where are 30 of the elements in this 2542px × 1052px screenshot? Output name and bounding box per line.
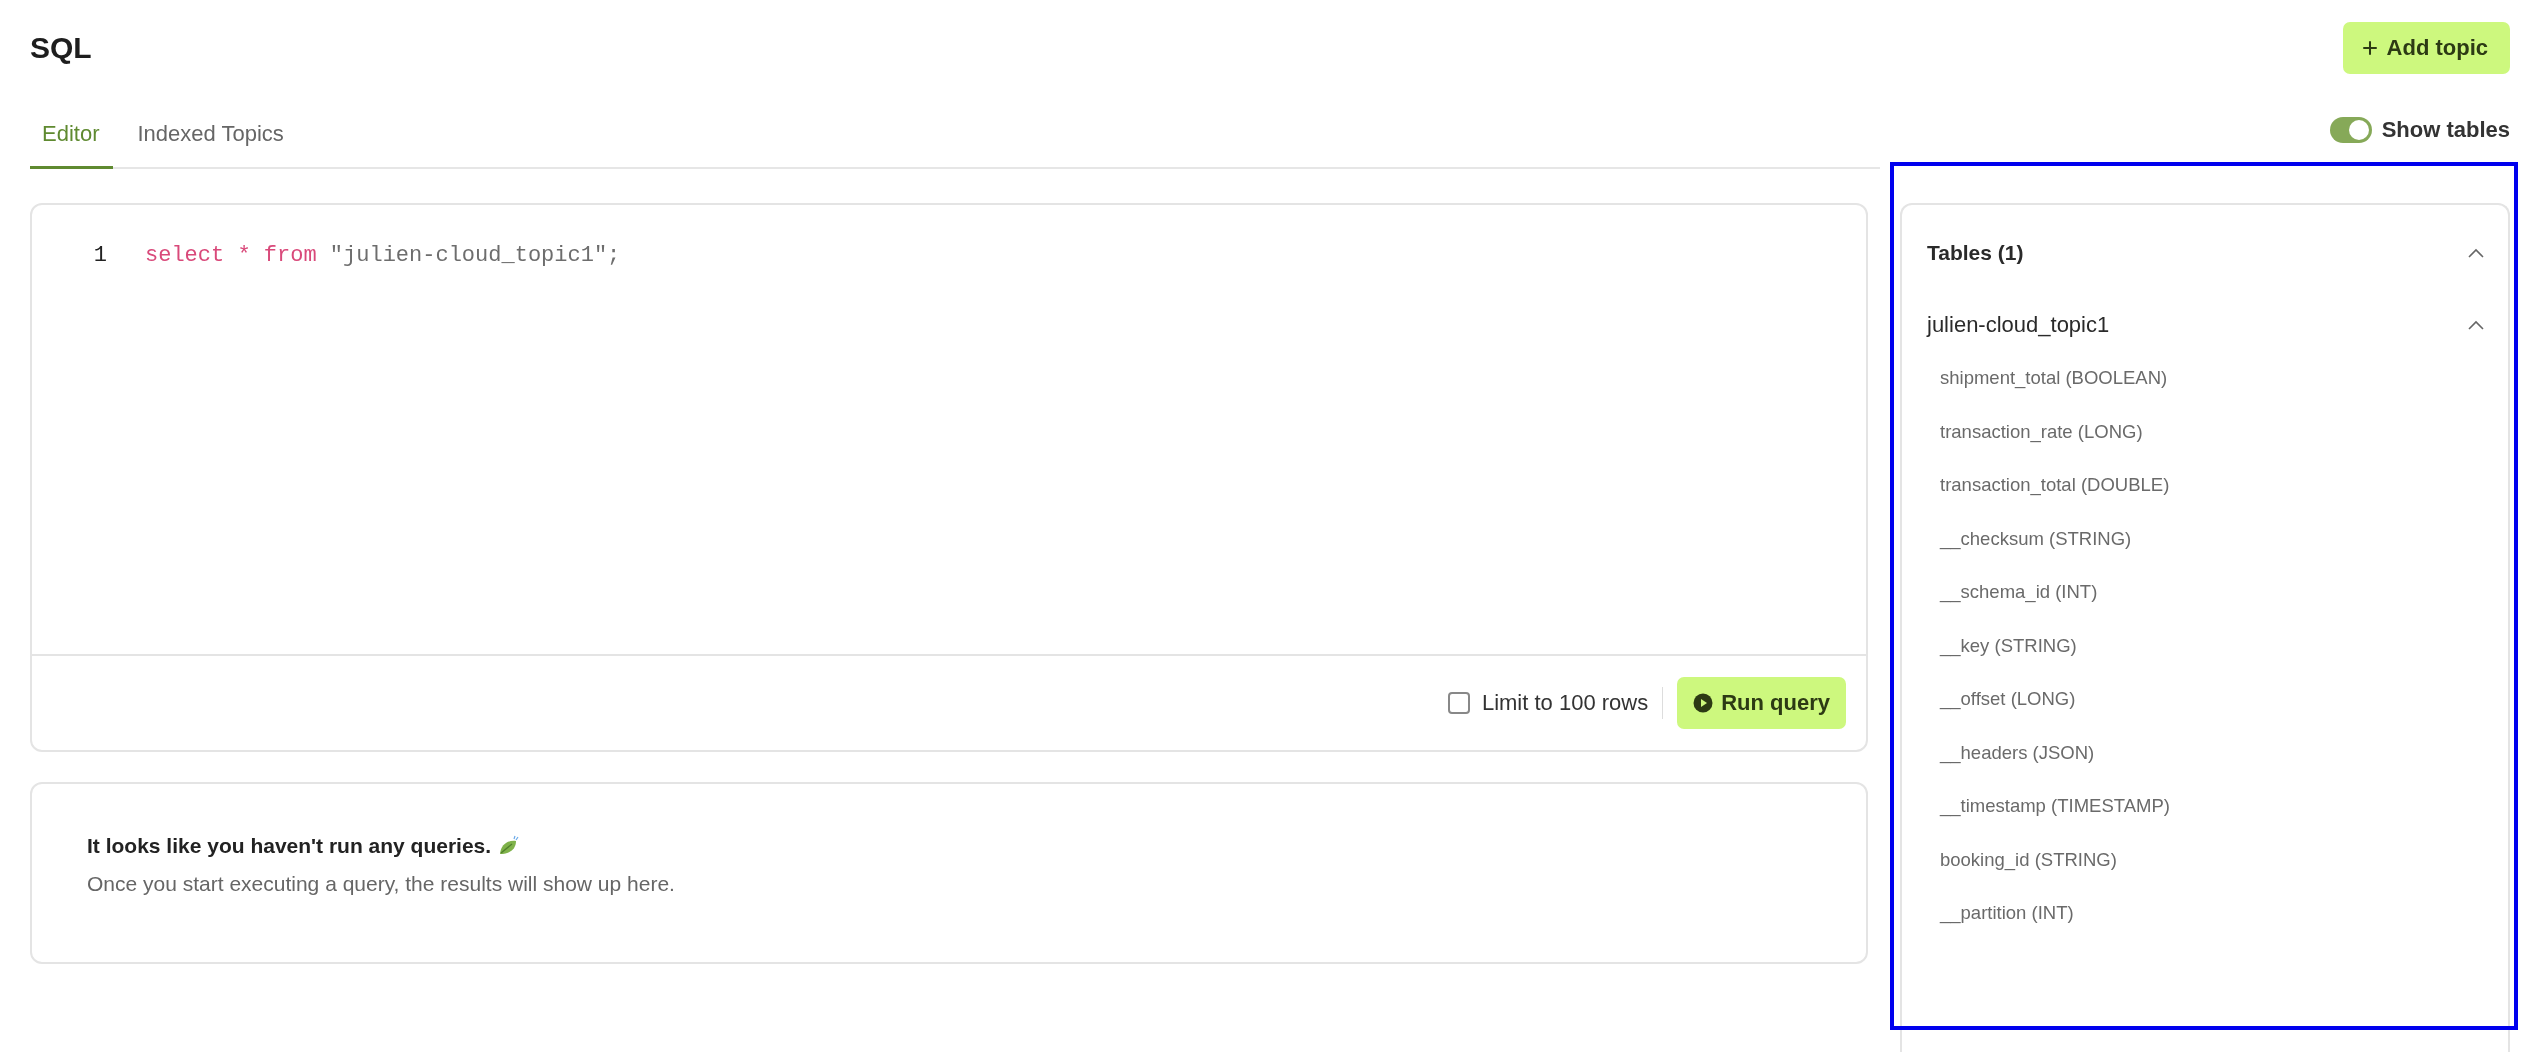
chevron-icon[interactable] (2468, 320, 2484, 330)
empty-state-heading: It looks like you haven't run any queries. (87, 834, 492, 858)
empty-state-message: Once you start executing a query, the results will show up here. (87, 872, 676, 896)
column-item: __timestamp (TIMESTAMP) (1940, 795, 2171, 819)
column-item: __key (STRING) (1940, 634, 2078, 659)
add-topic-button[interactable]: Add topic (2342, 22, 2510, 74)
column-item: __partition (INT) (1940, 902, 2075, 926)
column-item: shipment_total (BOOLEAN) (1940, 367, 2169, 391)
chevron-icon[interactable] (2468, 248, 2484, 258)
run-query-button[interactable]: Run query (1677, 677, 1846, 729)
column-item: __headers (JSON) (1940, 741, 2096, 766)
plus-icon (2360, 39, 2379, 57)
column-item: booking_id (STRING) (1940, 848, 2118, 873)
column-item: __schema_id (INT) (1940, 581, 2099, 605)
column-item: transaction_rate (LONG) (1940, 420, 2144, 445)
code-line[interactable]: select * from "julien-cloud_topic1"; (145, 243, 621, 268)
table-name[interactable]: julien-cloud_topic1 (1927, 312, 2110, 338)
column-item: transaction_total (DOUBLE) (1940, 474, 2171, 498)
tab[interactable]: Editor (30, 95, 114, 169)
column-item: __checksum (STRING) (1940, 527, 2133, 552)
checkbox[interactable] (1447, 692, 1470, 714)
page-title: SQL (30, 31, 92, 65)
toggle-label: Show tables (2381, 117, 2510, 143)
toggle-switch[interactable] (2329, 117, 2372, 143)
checkbox-label: Limit to 100 rows (1481, 690, 1649, 716)
panel-title: Tables (1) (1927, 241, 2024, 265)
column-item: __offset (LONG) (1940, 688, 2077, 712)
play-icon (1693, 693, 1714, 713)
tab[interactable]: Indexed Topics (123, 95, 298, 169)
line-number: 1 (92, 243, 107, 268)
